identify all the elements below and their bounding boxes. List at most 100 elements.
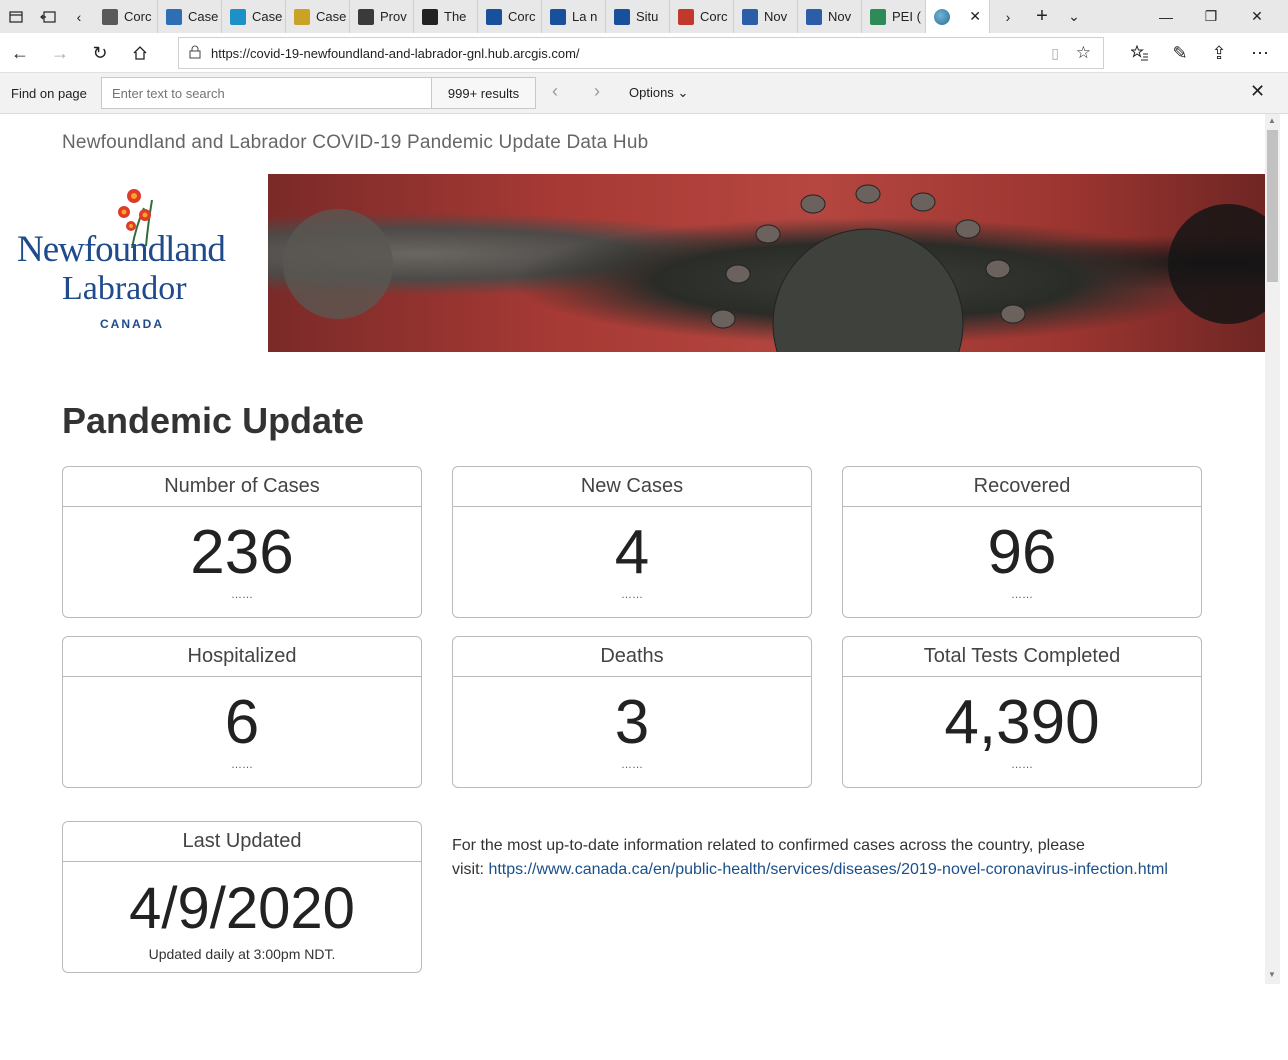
tab-item[interactable]: Corc bbox=[670, 0, 734, 33]
set-tabs-aside-icon[interactable] bbox=[32, 0, 64, 33]
canada-link[interactable]: https://www.canada.ca/en/public-health/s… bbox=[488, 861, 1167, 878]
find-results-count: 999+ results bbox=[432, 77, 536, 109]
tab-item[interactable]: La n bbox=[542, 0, 606, 33]
card-footer: …… bbox=[231, 759, 253, 771]
hub-title: Newfoundland and Labrador COVID-19 Pande… bbox=[62, 132, 649, 153]
more-menu-icon[interactable]: ⋯ bbox=[1240, 33, 1280, 73]
info-line-2: visit: https://www.canada.ca/en/public-h… bbox=[452, 858, 1212, 882]
tab-item[interactable]: Corc bbox=[478, 0, 542, 33]
card-label: Last Updated bbox=[63, 822, 421, 862]
address-bar: ← → ↻ https://covid-19-newfoundland-and-… bbox=[0, 33, 1288, 73]
tab-item[interactable]: The bbox=[414, 0, 478, 33]
find-options-label: Options bbox=[629, 85, 674, 100]
find-previous-icon[interactable]: ‹ bbox=[552, 81, 558, 102]
find-close-icon[interactable]: ✕ bbox=[1250, 81, 1265, 102]
site-favicon-icon bbox=[166, 8, 182, 25]
stat-card: Total Tests Completed 4,390 …… bbox=[842, 636, 1202, 788]
tab-item[interactable]: Case bbox=[286, 0, 350, 33]
tab-active[interactable]: ✕ bbox=[926, 0, 990, 33]
new-tab-icon[interactable]: + bbox=[1026, 0, 1058, 33]
last-updated-value: 4/9/2020 bbox=[129, 876, 355, 941]
find-label: Find on page bbox=[11, 86, 87, 101]
site-favicon-icon bbox=[550, 8, 566, 25]
url-field[interactable]: https://covid-19-newfoundland-and-labrad… bbox=[178, 37, 1104, 69]
globe-icon bbox=[934, 8, 950, 25]
vertical-scrollbar[interactable]: ▲ ▼ bbox=[1265, 114, 1280, 984]
tab-label: The bbox=[444, 9, 467, 24]
site-favicon-icon bbox=[486, 8, 502, 25]
site-favicon-icon bbox=[806, 8, 822, 25]
card-value: 4,390 bbox=[944, 688, 1100, 757]
tab-label: Case bbox=[188, 9, 219, 24]
tab-bar: ‹ Corc Case Case Case Prov The Corc La n Situ Cor… bbox=[0, 0, 1288, 33]
info-text: For the most up-to-date information rela… bbox=[452, 834, 1212, 882]
favorite-star-icon[interactable]: ☆ bbox=[1076, 43, 1091, 63]
url-text: https://covid-19-newfoundland-and-labrad… bbox=[211, 45, 580, 61]
find-input[interactable] bbox=[101, 77, 432, 109]
share-icon[interactable]: ⇪ bbox=[1199, 33, 1239, 73]
find-next-icon[interactable]: › bbox=[594, 81, 600, 102]
tab-label: Situ bbox=[636, 9, 659, 24]
tab-item[interactable]: Nov bbox=[734, 0, 798, 33]
scroll-thumb[interactable] bbox=[1267, 130, 1278, 282]
logo-newfoundland: Newfoundland bbox=[17, 229, 226, 270]
tab-scroll-right-icon[interactable]: › bbox=[990, 0, 1026, 33]
close-tab-icon[interactable]: ✕ bbox=[969, 8, 981, 25]
stat-card: Deaths 3 …… bbox=[452, 636, 812, 788]
info-prefix: visit: bbox=[452, 861, 489, 878]
tab-item[interactable]: Corc bbox=[94, 0, 158, 33]
info-line-1: For the most up-to-date information rela… bbox=[452, 837, 1085, 854]
forward-icon[interactable]: → bbox=[40, 33, 80, 73]
scroll-up-icon[interactable]: ▲ bbox=[1268, 116, 1276, 125]
site-favicon-icon bbox=[230, 8, 246, 25]
tab-list-chevron-icon[interactable]: ⌄ bbox=[1058, 0, 1090, 33]
card-value: 96 bbox=[987, 518, 1057, 587]
tab-item[interactable]: Prov bbox=[350, 0, 414, 33]
tab-strip: Corc Case Case Case Prov The Corc La n Situ Corc N… bbox=[94, 0, 926, 33]
card-label: Total Tests Completed bbox=[843, 637, 1201, 677]
card-footer: …… bbox=[621, 589, 643, 601]
tab-label: Nov bbox=[828, 9, 852, 24]
tab-scroll-left-icon[interactable]: ‹ bbox=[64, 0, 94, 33]
card-value: 236 bbox=[190, 518, 294, 587]
tab-item[interactable]: Case bbox=[222, 0, 286, 33]
tab-preview-icon[interactable] bbox=[0, 0, 32, 33]
minimize-icon[interactable]: — bbox=[1143, 0, 1189, 33]
refresh-icon[interactable]: ↻ bbox=[80, 33, 120, 73]
card-label: New Cases bbox=[453, 467, 811, 507]
tab-label: Case bbox=[252, 9, 283, 24]
tab-label: Corc bbox=[508, 9, 536, 24]
find-options-button[interactable]: Options ⌄ bbox=[629, 85, 688, 101]
site-favicon-icon bbox=[678, 8, 694, 25]
site-favicon-icon bbox=[102, 8, 118, 25]
favorites-hub-icon[interactable] bbox=[1120, 33, 1160, 73]
card-footer: …… bbox=[1011, 589, 1033, 601]
tab-label: Prov bbox=[380, 9, 407, 24]
site-favicon-icon bbox=[358, 8, 374, 25]
tab-item[interactable]: PEI ( bbox=[862, 0, 926, 33]
tab-item[interactable]: Case bbox=[158, 0, 222, 33]
tab-label: Corc bbox=[124, 9, 152, 24]
tab-label: Nov bbox=[764, 9, 788, 24]
home-icon[interactable] bbox=[120, 33, 160, 73]
logo-labrador: Labrador bbox=[62, 270, 187, 307]
pen-note-icon[interactable]: ✎ bbox=[1160, 33, 1200, 73]
card-value: 3 bbox=[614, 688, 650, 757]
stat-card: Number of Cases 236 …… bbox=[62, 466, 422, 618]
logo-canada: CANADA bbox=[100, 317, 164, 331]
card-footer: …… bbox=[231, 589, 253, 601]
close-window-icon[interactable]: ✕ bbox=[1234, 0, 1280, 33]
reading-view-icon[interactable]: ▯ bbox=[1051, 45, 1059, 62]
lock-icon[interactable] bbox=[189, 45, 201, 59]
card-value: 6 bbox=[224, 688, 260, 757]
tab-item[interactable]: Nov bbox=[798, 0, 862, 33]
tab-label: PEI ( bbox=[892, 9, 921, 24]
back-icon[interactable]: ← bbox=[0, 33, 40, 73]
tab-item[interactable]: Situ bbox=[606, 0, 670, 33]
stat-card: Recovered 96 …… bbox=[842, 466, 1202, 618]
scroll-down-icon[interactable]: ▼ bbox=[1268, 970, 1276, 979]
card-label: Hospitalized bbox=[63, 637, 421, 677]
restore-icon[interactable]: ❐ bbox=[1188, 0, 1234, 33]
card-value: 4 bbox=[614, 518, 650, 587]
section-title: Pandemic Update bbox=[62, 400, 365, 441]
